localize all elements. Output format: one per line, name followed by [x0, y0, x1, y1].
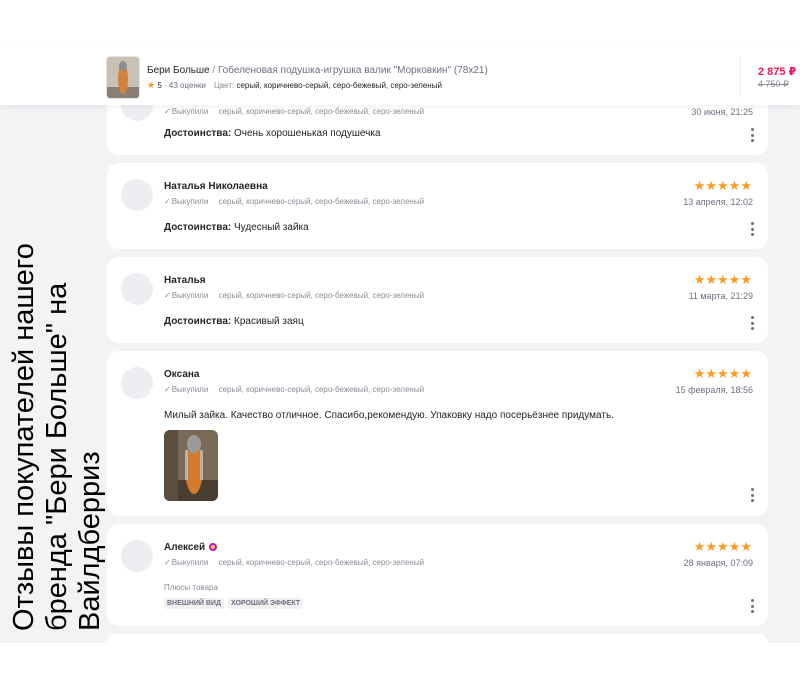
avatar	[121, 179, 153, 211]
check-icon: ✓	[164, 291, 171, 300]
review-date: 28 января, 07:09	[683, 558, 753, 568]
title-separator: /	[212, 65, 216, 76]
price-divider	[740, 56, 741, 97]
review-card: Наталья ✓Выкупили серый, коричнево-серый…	[107, 257, 768, 343]
review-text: Достоинства: Очень хорошенькая подушечка	[164, 128, 381, 139]
purchase-colors: серый, коричнево-серый, серо-бежевый, се…	[218, 291, 425, 300]
check-icon: ✓	[164, 558, 171, 567]
purchase-status: Выкупили	[171, 385, 209, 394]
reviewer-name-text: Алексей	[164, 542, 206, 553]
review-body: Чудесный зайка	[234, 222, 309, 233]
color-values: серый, коричнево-серый, серо-бежевый, се…	[236, 81, 442, 90]
purchase-status: Выкупили	[171, 197, 209, 206]
purchase-colors: серый, коричнево-серый, серо-бежевый, се…	[218, 197, 425, 206]
review-photo[interactable]	[164, 430, 218, 501]
review-body: Очень хорошенькая подушечка	[234, 128, 381, 139]
review-text: Достоинства: Красивый заяц	[164, 316, 304, 327]
more-options-icon[interactable]	[750, 599, 754, 613]
review-card: Алексей ✓Выкупили серый, коричнево-серый…	[107, 524, 768, 626]
check-icon: ✓	[164, 107, 171, 116]
check-icon: ✓	[164, 385, 171, 394]
purchase-info: ✓Выкупили серый, коричнево-серый, серо-б…	[164, 558, 424, 567]
review-card	[107, 634, 768, 643]
rating-stars: ★★★★★	[693, 272, 752, 287]
review-label: Достоинства:	[164, 128, 232, 139]
reviewer-name: Наталья	[164, 275, 206, 286]
review-card: Наталья Николаевна ✓Выкупили серый, кори…	[107, 163, 768, 249]
review-date: 15 февраля, 18:56	[675, 385, 753, 395]
review-label: Достоинства:	[164, 316, 232, 327]
more-options-icon[interactable]	[750, 488, 754, 502]
product-thumbnail[interactable]	[106, 56, 140, 99]
review-date: 13 апреля, 12:02	[683, 197, 753, 207]
purchase-info: ✓Выкупили серый, коричнево-серый, серо-б…	[164, 385, 424, 394]
purchase-colors: серый, коричнево-серый, серо-бежевый, се…	[218, 385, 425, 394]
product-title[interactable]: Бери Больше / Гобеленовая подушка-игрушк…	[147, 65, 488, 76]
pros-tag: ХОРОШИЙ ЭФФЕКТ	[227, 598, 304, 609]
product-brand[interactable]: Бери Больше	[147, 65, 210, 76]
product-name: Гобеленовая подушка-игрушка валик "Морко…	[217, 65, 488, 76]
vertical-caption: Отзывы покупателей нашего бренда "Бери Б…	[8, 243, 106, 631]
purchase-status: Выкупили	[171, 291, 209, 300]
purchase-info: ✓Выкупили серый, коричнево-серый, серо-б…	[164, 107, 424, 116]
review-label: Достоинства:	[164, 222, 232, 233]
color-label: Цвет:	[214, 81, 235, 90]
review-body: Красивый заяц	[234, 316, 304, 327]
more-options-icon[interactable]	[750, 316, 754, 330]
rating-stars: ★★★★★	[693, 539, 752, 554]
product-rating: 5	[157, 81, 162, 90]
review-card: Оксана ✓Выкупили серый, коричнево-серый,…	[107, 351, 768, 516]
purchase-info: ✓Выкупили серый, коричнево-серый, серо-б…	[164, 197, 424, 206]
purchase-status: Выкупили	[171, 558, 209, 567]
avatar	[121, 540, 153, 572]
product-header: Бери Больше / Гобеленовая подушка-игрушк…	[0, 48, 800, 105]
review-text: Достоинства: Чудесный зайка	[164, 222, 309, 233]
purchase-status: Выкупили	[171, 107, 209, 116]
purchase-colors: серый, коричнево-серый, серо-бежевый, се…	[218, 107, 425, 116]
review-date: 11 марта, 21:29	[688, 291, 753, 301]
purchase-info: ✓Выкупили серый, коричнево-серый, серо-б…	[164, 291, 424, 300]
reviewer-name: Алексей	[164, 542, 218, 553]
pros-label: Плюсы товара	[164, 583, 218, 592]
rating-stars: ★★★★★	[693, 178, 752, 193]
reviews-count[interactable]: 43 оценки	[169, 81, 206, 90]
more-options-icon[interactable]	[750, 222, 754, 236]
purchase-colors: серый, коричнево-серый, серо-бежевый, се…	[218, 558, 425, 567]
star-icon: ★	[147, 80, 156, 90]
avatar	[121, 273, 153, 305]
pros-tag: ВНЕШНИЙ ВИД	[164, 598, 224, 609]
reviewer-name: Наталья Николаевна	[164, 181, 268, 192]
check-icon: ✓	[164, 197, 171, 206]
current-price: 2 875 ₽	[758, 66, 797, 78]
pros-tags: ВНЕШНИЙ ВИД ХОРОШИЙ ЭФФЕКТ	[164, 598, 304, 609]
more-options-icon[interactable]	[750, 128, 754, 142]
review-text: Милый зайка. Качество отличное. Спасибо,…	[164, 410, 614, 421]
premium-badge-icon	[209, 543, 218, 551]
old-price: 4 750 ₽	[758, 79, 789, 89]
meta-dot: ·	[164, 81, 167, 90]
product-meta: ★ 5 · 43 оценки Цвет: серый, коричнево-с…	[147, 80, 442, 91]
review-date: 30 июня, 21:25	[691, 107, 753, 117]
reviewer-name: Оксана	[164, 369, 200, 380]
avatar	[121, 367, 153, 399]
rating-stars: ★★★★★	[693, 366, 752, 381]
